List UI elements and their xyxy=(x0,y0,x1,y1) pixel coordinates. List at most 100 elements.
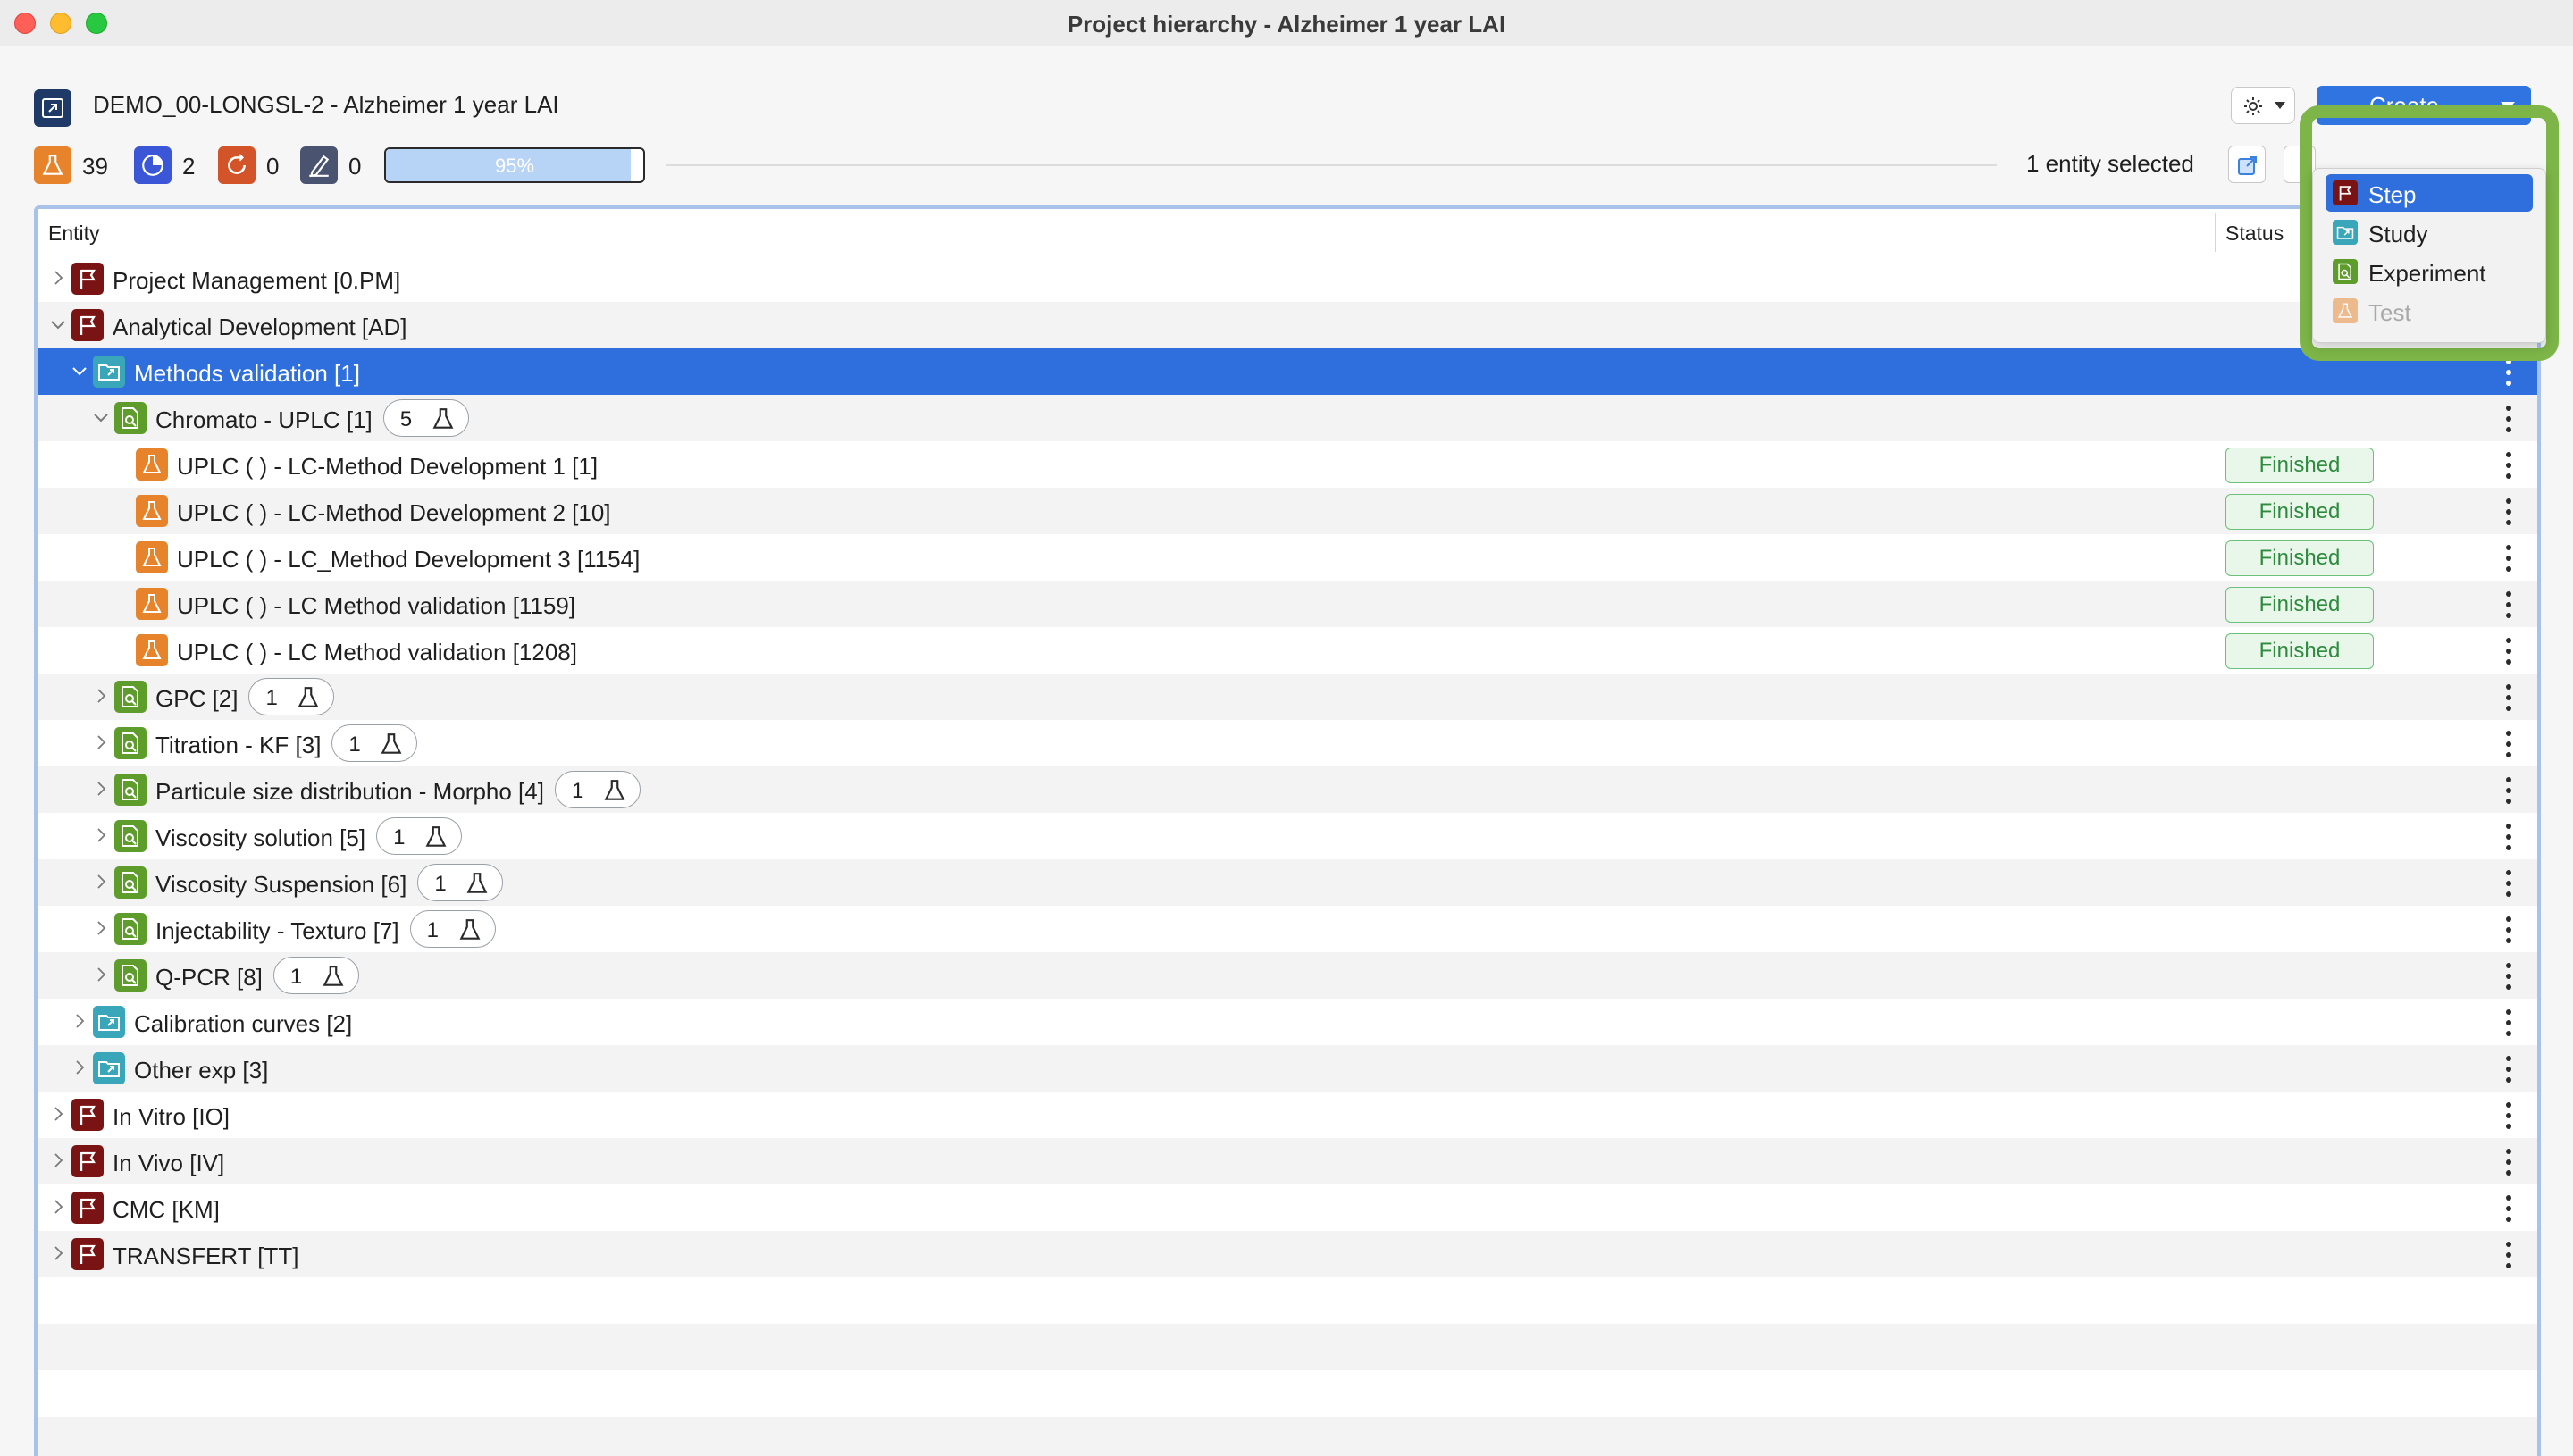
selection-count: 1 entity selected xyxy=(2026,150,2194,177)
table-row[interactable]: Analytical Development [AD] xyxy=(38,302,2537,348)
more-options-icon[interactable] xyxy=(2504,1102,2513,1129)
test-count-badge[interactable]: 1 xyxy=(376,817,463,855)
table-row[interactable]: UPLC ( ) - LC Method validation [1159] Fi… xyxy=(38,581,2537,627)
more-options-icon[interactable] xyxy=(2504,731,2513,757)
status-badge: Finished xyxy=(2225,633,2374,669)
more-options-icon[interactable] xyxy=(2504,498,2513,525)
chevron-right-icon[interactable] xyxy=(91,965,111,984)
test-count-badge[interactable]: 1 xyxy=(554,771,641,808)
more-options-icon[interactable] xyxy=(2504,591,2513,618)
empty-row xyxy=(38,1324,2537,1370)
table-row[interactable]: In Vitro [IO] xyxy=(38,1092,2537,1138)
table-row[interactable]: Methods validation [1] xyxy=(38,348,2537,395)
more-options-icon[interactable] xyxy=(2504,684,2513,711)
create-menu-item-step[interactable]: Step xyxy=(2326,174,2533,212)
chevron-right-icon[interactable] xyxy=(91,732,111,752)
chevron-right-icon[interactable] xyxy=(70,1058,89,1077)
more-options-icon[interactable] xyxy=(2504,1195,2513,1222)
test-count-badge[interactable]: 1 xyxy=(248,678,335,715)
test-flask-icon xyxy=(136,588,168,620)
counter-value: 39 xyxy=(82,153,108,180)
counter-refresh-cycle[interactable]: 0 xyxy=(218,146,304,184)
more-options-icon[interactable] xyxy=(2504,406,2513,432)
progress-label: 95% xyxy=(494,155,535,177)
open-external-button[interactable] xyxy=(2228,146,2266,183)
empty-row xyxy=(38,1277,2537,1324)
chevron-right-icon[interactable] xyxy=(70,1011,89,1031)
chevron-right-icon[interactable] xyxy=(48,1243,68,1263)
more-options-icon[interactable] xyxy=(2504,1056,2513,1083)
test-count-badge[interactable]: 1 xyxy=(331,724,418,762)
entity-label: Titration - KF [3] xyxy=(155,732,322,758)
table-row[interactable]: Titration - KF [3] 1 xyxy=(38,720,2537,766)
column-header-entity[interactable]: Entity xyxy=(48,222,100,246)
chevron-right-icon[interactable] xyxy=(48,1197,68,1217)
counter-value: 0 xyxy=(348,153,362,180)
table-row[interactable]: UPLC ( ) - LC-Method Development 1 [1] Fi… xyxy=(38,441,2537,488)
chevron-right-icon[interactable] xyxy=(91,779,111,799)
more-options-icon[interactable] xyxy=(2504,1149,2513,1176)
chevron-right-icon[interactable] xyxy=(91,686,111,706)
test-count-badge[interactable]: 5 xyxy=(382,399,469,437)
table-row[interactable]: UPLC ( ) - LC Method validation [1208] Fi… xyxy=(38,627,2537,674)
column-divider[interactable] xyxy=(2215,213,2216,252)
chevron-right-icon[interactable] xyxy=(91,918,111,938)
table-row[interactable]: Q-PCR [8] 1 xyxy=(38,952,2537,999)
table-row[interactable]: TRANSFERT [TT] xyxy=(38,1231,2537,1277)
pie-progress-icon xyxy=(134,146,172,184)
project-folder-icon xyxy=(34,89,71,127)
test-count-badge[interactable]: 1 xyxy=(272,957,359,994)
chevron-right-icon[interactable] xyxy=(48,1151,68,1170)
table-row[interactable]: Particule size distribution - Morpho [4]… xyxy=(38,766,2537,813)
test-flask-icon xyxy=(136,495,168,527)
more-options-icon[interactable] xyxy=(2504,824,2513,850)
column-header-status[interactable]: Status xyxy=(2225,222,2284,246)
more-options-icon[interactable] xyxy=(2504,916,2513,943)
table-row[interactable]: UPLC ( ) - LC_Method Development 3 [1154… xyxy=(38,534,2537,581)
chevron-down-icon[interactable] xyxy=(48,314,68,334)
chevron-right-icon[interactable] xyxy=(91,872,111,891)
flag-icon xyxy=(71,263,104,295)
more-options-icon[interactable] xyxy=(2504,545,2513,572)
more-options-icon[interactable] xyxy=(2504,1009,2513,1036)
table-row[interactable]: Viscosity Suspension [6] 1 xyxy=(38,859,2537,906)
test-flask-icon xyxy=(136,448,168,481)
more-options-icon[interactable] xyxy=(2504,777,2513,804)
table-row[interactable]: Other exp [3] xyxy=(38,1045,2537,1092)
table-row[interactable]: Injectability - Texturo [7] 1 xyxy=(38,906,2537,952)
entity-label: UPLC ( ) - LC Method validation [1208] xyxy=(177,639,577,665)
table-row[interactable]: In Vivo [IV] xyxy=(38,1138,2537,1184)
more-options-icon[interactable] xyxy=(2504,870,2513,897)
experiment-document-icon xyxy=(2333,259,2358,284)
create-menu-item-study[interactable]: Study xyxy=(2326,213,2533,251)
more-options-icon[interactable] xyxy=(2504,1242,2513,1268)
counter-test-flask[interactable]: 39 xyxy=(34,146,120,184)
test-count: 1 xyxy=(434,872,447,896)
test-count-badge[interactable]: 1 xyxy=(409,910,496,948)
chevron-right-icon[interactable] xyxy=(48,1104,68,1124)
more-options-icon[interactable] xyxy=(2504,452,2513,479)
more-options-icon[interactable] xyxy=(2504,359,2513,386)
test-count-badge[interactable]: 1 xyxy=(417,864,504,901)
open-external-icon xyxy=(2238,156,2257,175)
table-row[interactable]: Calibration curves [2] xyxy=(38,999,2537,1045)
table-row[interactable]: GPC [2] 1 xyxy=(38,674,2537,720)
chevron-down-icon[interactable] xyxy=(91,407,111,427)
counter-pen-sign[interactable]: 0 xyxy=(300,146,386,184)
chevron-right-icon[interactable] xyxy=(91,825,111,845)
status-badge: Finished xyxy=(2225,494,2374,530)
table-row[interactable]: CMC [KM] xyxy=(38,1184,2537,1231)
chevron-down-icon[interactable] xyxy=(70,361,89,381)
settings-button[interactable] xyxy=(2231,87,2295,124)
table-row[interactable]: UPLC ( ) - LC-Method Development 2 [10] F… xyxy=(38,488,2537,534)
table-row[interactable]: Viscosity solution [5] 1 xyxy=(38,813,2537,859)
counter-pie-progress[interactable]: 2 xyxy=(134,146,220,184)
more-options-icon[interactable] xyxy=(2504,963,2513,990)
table-row[interactable]: Project Management [0.PM] xyxy=(38,255,2537,302)
more-options-icon[interactable] xyxy=(2504,638,2513,665)
table-row[interactable]: Chromato - UPLC [1] 5 xyxy=(38,395,2537,441)
title-bar: Project hierarchy - Alzheimer 1 year LAI xyxy=(0,0,2573,46)
create-menu-item-experiment[interactable]: Experiment xyxy=(2326,253,2533,290)
entity-label: Viscosity Suspension [6] xyxy=(155,871,407,898)
chevron-right-icon[interactable] xyxy=(48,268,68,288)
